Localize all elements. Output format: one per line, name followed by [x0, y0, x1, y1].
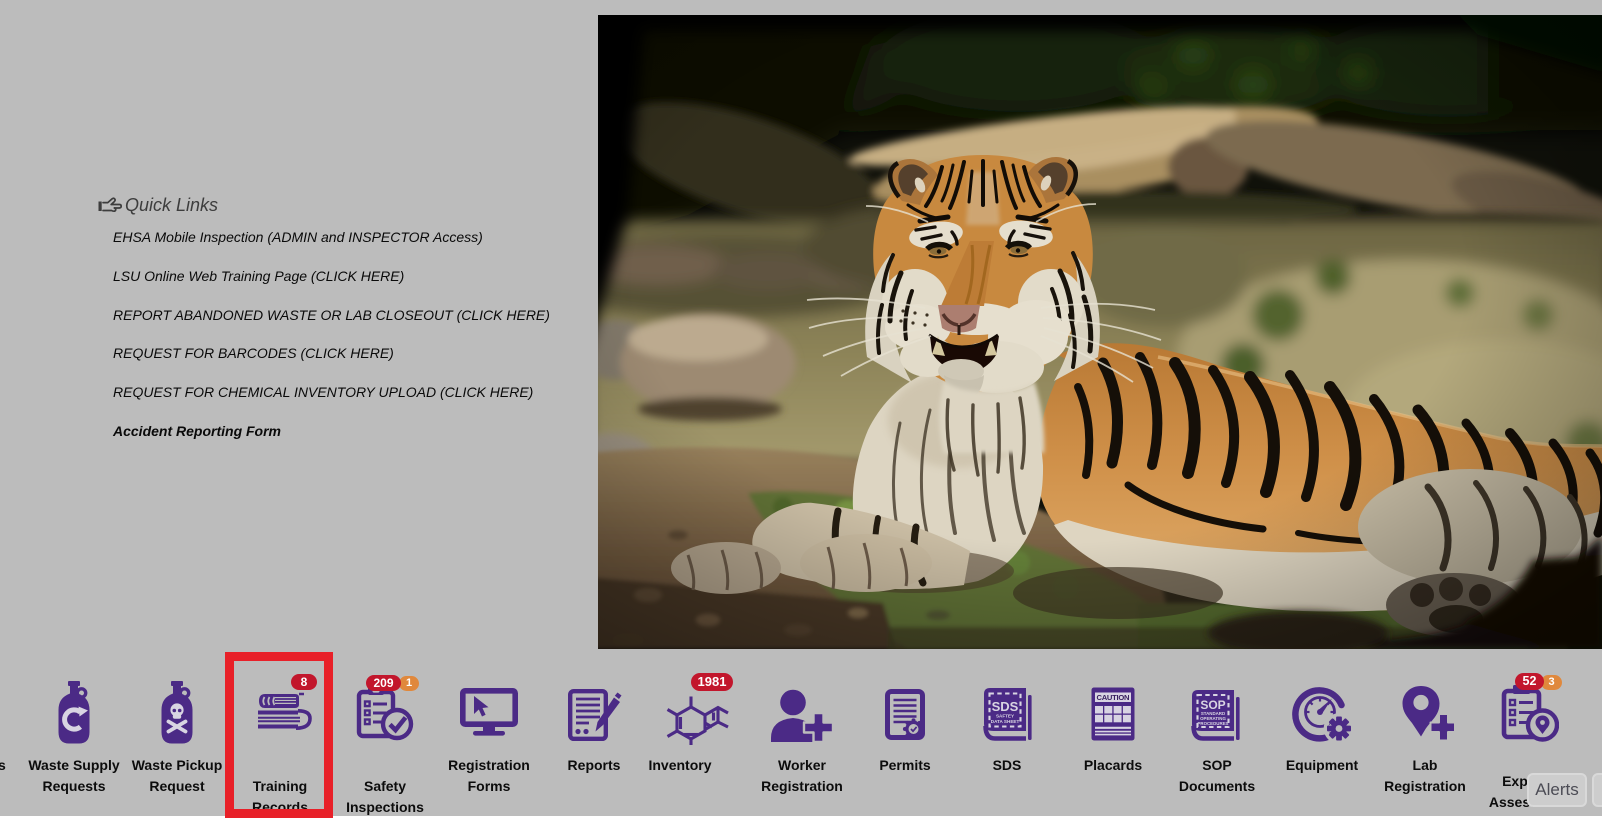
svg-text:SOP: SOP	[1200, 698, 1225, 712]
svg-text:PROCEDURES: PROCEDURES	[1198, 721, 1229, 726]
svg-text:CAUTION: CAUTION	[1097, 693, 1130, 702]
svg-text:DATA SHEET: DATA SHEET	[991, 719, 1020, 724]
svg-text:SAFTEY: SAFTEY	[996, 714, 1014, 719]
svg-text:SDS: SDS	[992, 699, 1019, 714]
